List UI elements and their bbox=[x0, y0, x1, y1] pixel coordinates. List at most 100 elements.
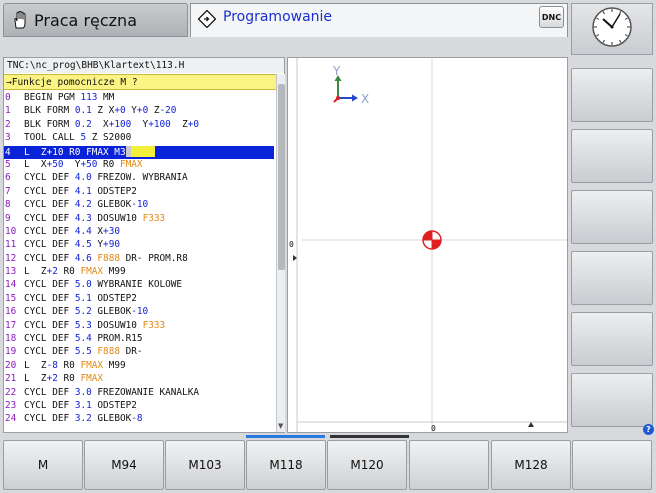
program-line[interactable]: 17 CYCL DEF 5.3 DOSUW10 F333 bbox=[4, 320, 274, 333]
vertical-softkey-1[interactable] bbox=[571, 68, 653, 122]
ruler-bottom-zero: 0 bbox=[431, 424, 436, 432]
info-icon[interactable]: ? bbox=[643, 424, 654, 435]
program-line[interactable]: 23 CYCL DEF 3.1 ODSTEP2 bbox=[4, 400, 274, 413]
softkey-empty-8[interactable] bbox=[572, 440, 652, 490]
program-line[interactable]: 6 CYCL DEF 4.0 FREZOW. WYBRANIA bbox=[4, 172, 274, 185]
line-token: CYCL DEF bbox=[24, 386, 75, 398]
program-line[interactable]: 0 BEGIN PGM 113 MM bbox=[4, 92, 274, 105]
softkey-m120[interactable]: M120 bbox=[327, 440, 407, 490]
program-line[interactable]: 12 CYCL DEF 4.6 F888 DR- PROM.R8 bbox=[4, 253, 274, 266]
program-line[interactable]: 19 CYCL DEF 5.5 F888 DR- bbox=[4, 346, 274, 359]
line-number: 14 bbox=[5, 279, 17, 291]
program-line[interactable]: 14 CYCL DEF 5.0 WYBRANIE KOLOWE bbox=[4, 279, 274, 292]
line-token: 3.1 bbox=[74, 399, 92, 411]
line-token: X bbox=[91, 225, 104, 237]
line-token: +0 bbox=[187, 118, 200, 130]
line-number: 7 bbox=[5, 185, 11, 197]
line-token: Y bbox=[125, 105, 137, 117]
program-line[interactable]: 10 CYCL DEF 4.4 X+30 bbox=[4, 226, 274, 239]
program-line[interactable]: 22 CYCL DEF 3.0 FREZOWANIE KANALKA bbox=[4, 387, 274, 400]
softkey-m94[interactable]: M94 bbox=[84, 440, 164, 490]
line-token: M99 bbox=[103, 359, 126, 371]
scroll-down-icon[interactable]: ▼ bbox=[278, 422, 283, 430]
line-token: BLK FORM bbox=[24, 118, 75, 130]
line-token: CYCL DEF bbox=[24, 252, 75, 264]
softkey-empty-6[interactable] bbox=[409, 440, 489, 490]
line-token: 5.5 bbox=[74, 346, 92, 358]
line-number: 5 bbox=[5, 158, 11, 170]
line-token: -8 bbox=[46, 359, 58, 371]
program-line[interactable]: 16 CYCL DEF 5.2 GLEBOK-10 bbox=[4, 306, 274, 319]
program-line[interactable]: 1 BLK FORM 0.1 Z X+0 Y+0 Z-20 bbox=[4, 105, 274, 118]
line-token: F888 bbox=[97, 346, 120, 358]
line-token: +100 bbox=[148, 118, 171, 130]
dialog-prompt: →Funkcje pomocnicze M ? bbox=[4, 74, 284, 90]
line-token: CYCL DEF bbox=[24, 346, 75, 358]
program-line[interactable]: 8 CYCL DEF 4.2 GLEBOK-10 bbox=[4, 199, 274, 212]
tab-manual-label: Praca ręczna bbox=[34, 10, 137, 30]
softkey-m103[interactable]: M103 bbox=[165, 440, 245, 490]
program-line[interactable]: 4 L Z+10 R0 FMAX M3 bbox=[4, 145, 274, 159]
line-token: FMAX bbox=[80, 266, 104, 278]
line-number: 18 bbox=[5, 333, 17, 345]
line-token: CYCL DEF bbox=[24, 399, 75, 411]
vertical-softkey-2[interactable] bbox=[571, 129, 653, 183]
line-token: ODSTEP2 bbox=[91, 399, 137, 411]
program-line[interactable]: 21 L Z+2 R0 FMAX bbox=[4, 373, 274, 386]
line-token: PROM.R15 bbox=[91, 333, 143, 345]
line-token: WYBRANIE KOLOWE bbox=[91, 279, 183, 291]
program-line[interactable]: 7 CYCL DEF 4.1 ODSTEP2 bbox=[4, 186, 274, 199]
line-token: GLEBOK bbox=[91, 199, 132, 211]
tab-programming[interactable]: Programowanie bbox=[190, 3, 568, 37]
line-token: CYCL DEF bbox=[24, 292, 75, 304]
line-token: Z X bbox=[91, 105, 115, 117]
line-token: M99 bbox=[103, 266, 126, 278]
scroll-thumb[interactable] bbox=[278, 84, 285, 270]
line-token: DOSUW10 bbox=[91, 212, 143, 224]
line-token: 3.0 bbox=[74, 386, 92, 398]
program-line[interactable]: 15 CYCL DEF 5.1 ODSTEP2 bbox=[4, 293, 274, 306]
program-scrollbar[interactable]: ▼ bbox=[276, 74, 285, 432]
line-token: CYCL DEF bbox=[24, 306, 75, 318]
line-token: -20 bbox=[159, 105, 177, 117]
line-token: 5.2 bbox=[74, 306, 92, 318]
hand-icon bbox=[10, 10, 30, 30]
line-token: 0.1 bbox=[74, 105, 92, 117]
program-line[interactable]: 3 TOOL CALL 5 Z S2000 bbox=[4, 132, 274, 145]
program-line[interactable]: 20 L Z-8 R0 FMAX M99 bbox=[4, 360, 274, 373]
vertical-softkey-5[interactable] bbox=[571, 312, 653, 366]
line-token: 4.3 bbox=[74, 212, 92, 224]
program-line[interactable]: 5L X+50 Y+50 R0 FMAX bbox=[4, 159, 274, 172]
line-token: -10 bbox=[131, 306, 149, 318]
axis-y-label: Y bbox=[332, 64, 341, 78]
tab-manual-operation[interactable]: Praca ręczna bbox=[3, 3, 188, 37]
line-token: CYCL DEF bbox=[24, 319, 75, 331]
clock-display bbox=[571, 3, 653, 55]
program-line[interactable]: 9 CYCL DEF 4.3 DOSUW10 F333 bbox=[4, 213, 274, 226]
softkey-m128[interactable]: M128 bbox=[491, 440, 571, 490]
vertical-softkey-3[interactable] bbox=[571, 190, 653, 244]
program-line[interactable]: 13 L Z+2 R0 FMAX M99 bbox=[4, 266, 274, 279]
line-token: +100 bbox=[108, 118, 132, 130]
vertical-softkey-4[interactable] bbox=[571, 251, 653, 305]
line-token: CYCL DEF bbox=[24, 225, 75, 237]
line-token: DR- bbox=[119, 346, 143, 358]
softkey-m118[interactable]: M118 bbox=[246, 440, 326, 490]
line-token: GLEBOK bbox=[91, 306, 132, 318]
program-path: TNC:\nc_prog\BHB\Klartext\113.H bbox=[4, 58, 284, 73]
program-line[interactable]: 24 CYCL DEF 3.2 GLEBOK-8 bbox=[4, 413, 274, 426]
program-line[interactable]: 18 CYCL DEF 5.4 PROM.R15 bbox=[4, 333, 274, 346]
program-line[interactable]: 2 BLK FORM 0.2 X+100 Y+100 Z+0 bbox=[4, 119, 274, 132]
dnc-button[interactable]: DNC bbox=[539, 6, 564, 28]
line-token: +50 bbox=[46, 158, 64, 170]
graphics-view: 0 0 Y X bbox=[287, 57, 568, 433]
program-line[interactable]: 11 CYCL DEF 4.5 Y+90 bbox=[4, 239, 274, 252]
line-token: R0 bbox=[57, 266, 81, 278]
line-token: ODSTEP2 bbox=[91, 292, 137, 304]
line-token: 4.2 bbox=[74, 199, 92, 211]
line-number: 16 bbox=[5, 306, 17, 318]
softkey-m[interactable]: M bbox=[3, 440, 83, 490]
line-token: F333 bbox=[142, 212, 166, 224]
line-token: L X bbox=[24, 158, 47, 170]
vertical-softkey-6[interactable] bbox=[571, 373, 653, 427]
